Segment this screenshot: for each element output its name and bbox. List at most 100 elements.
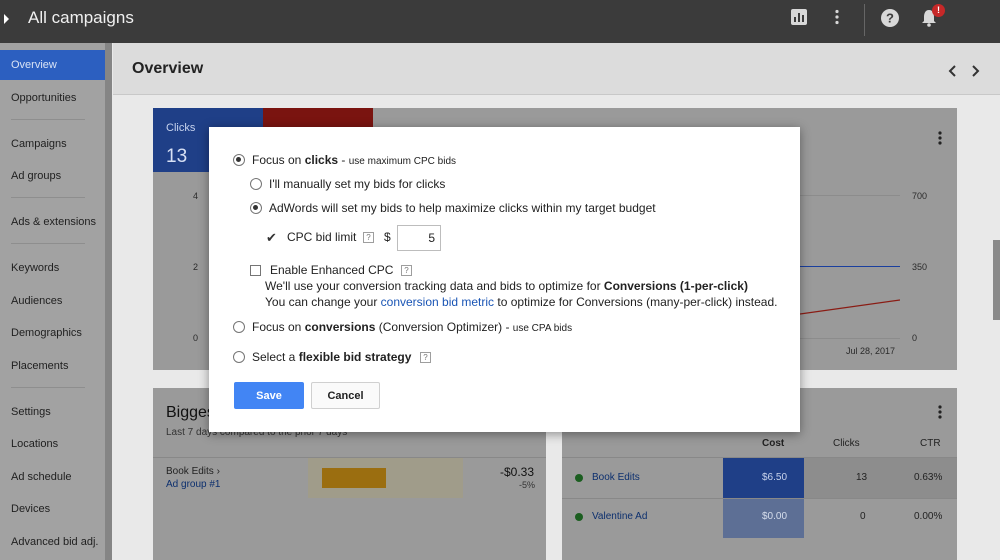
help-icon[interactable]: ? <box>401 265 412 276</box>
radio-focus-clicks[interactable] <box>233 154 245 166</box>
sidebar-item-settings[interactable]: Settings <box>0 397 105 427</box>
x-axis-date-label: Jul 28, 2017 <box>846 346 896 356</box>
more-vert-icon[interactable] <box>826 8 848 30</box>
chevron-left-icon[interactable] <box>948 64 958 80</box>
sidebar-item-placements[interactable]: Placements <box>0 351 105 381</box>
column-header-ctr[interactable]: CTR <box>920 438 941 449</box>
change-row-campaign[interactable]: Book Edits › <box>166 466 220 477</box>
table-row-campaign-name[interactable]: Valentine Ad <box>592 511 647 522</box>
enhanced-cpc-label: Enable Enhanced CPC <box>270 263 394 277</box>
top-bar: All campaigns <box>0 0 1000 43</box>
status-dot-icon <box>575 474 583 482</box>
help-icon[interactable]: ? <box>363 232 374 243</box>
option-text: Focus on <box>252 320 305 334</box>
chevron-right-icon[interactable] <box>970 64 980 80</box>
help-icon[interactable]: ? <box>420 352 431 363</box>
sidebar: Overview Opportunities Campaigns Ad grou… <box>0 43 112 560</box>
menu-caret-icon[interactable] <box>4 14 9 24</box>
sidebar-item-audiences[interactable]: Audiences <box>0 286 105 316</box>
help-icon[interactable]: ? <box>879 8 901 30</box>
sidebar-divider <box>11 243 85 244</box>
desc-text: to optimize for Conversions (many-per-cl… <box>494 295 778 309</box>
enhanced-cpc-desc-2: You can change your conversion bid metri… <box>265 295 777 309</box>
cancel-button[interactable]: Cancel <box>311 382 380 409</box>
radio-focus-conversions[interactable] <box>233 321 245 333</box>
option-text-bold: clicks <box>304 153 339 167</box>
option-text: - <box>338 153 349 167</box>
grid-line <box>800 338 900 339</box>
option-text-small: use maximum CPC bids <box>348 156 457 167</box>
sidebar-item-opportunities[interactable]: Opportunities <box>0 83 105 113</box>
notification-badge: ! <box>932 4 945 17</box>
more-vert-icon[interactable] <box>932 130 948 151</box>
sidebar-item-devices[interactable]: Devices <box>0 494 105 524</box>
sidebar-divider <box>11 387 85 388</box>
sidebar-divider <box>11 119 85 120</box>
y-axis-tick: 0 <box>193 333 199 343</box>
option-text-bold: flexible bid strategy <box>298 350 412 364</box>
change-row-adgroup[interactable]: Ad group #1 <box>166 479 221 490</box>
desc-text: We'll use your conversion tracking data … <box>265 279 604 293</box>
overview-header <box>113 43 1000 95</box>
save-button[interactable]: Save <box>234 382 304 409</box>
option-text: Focus on <box>252 153 305 167</box>
svg-text:?: ? <box>886 11 894 26</box>
table-cell-ctr: 0.63% <box>914 472 943 483</box>
option-auto-bids-label: AdWords will set my bids to help maximiz… <box>269 201 656 215</box>
conversion-bid-metric-link[interactable]: conversion bid metric <box>381 295 494 309</box>
sidebar-item-keywords[interactable]: Keywords <box>0 253 105 283</box>
check-icon: ✔ <box>266 230 277 245</box>
page-scrollbar[interactable] <box>993 240 1000 320</box>
sidebar-scrollbar[interactable] <box>105 43 112 560</box>
table-cell-cost: $0.00 <box>762 511 788 522</box>
enhanced-cpc-desc-1: We'll use your conversion tracking data … <box>265 279 748 293</box>
option-text-small: use CPA bids <box>512 323 573 334</box>
option-focus-clicks-label: Focus on clicks - use maximum CPC bids <box>252 153 456 167</box>
option-manual-bids-label: I'll manually set my bids for clicks <box>269 177 446 191</box>
radio-flexible-bid-strategy[interactable] <box>233 351 245 363</box>
sidebar-item-advanced-bid-adj[interactable]: Advanced bid adj. <box>0 527 105 557</box>
y-axis-tick: 4 <box>193 191 199 201</box>
option-focus-conversions-label: Focus on conversions (Conversion Optimiz… <box>252 320 572 334</box>
page-title: All campaigns <box>28 8 134 27</box>
table-cell-clicks: 0 <box>860 511 866 522</box>
sidebar-item-ads-extensions[interactable]: Ads & extensions <box>0 207 105 237</box>
sidebar-item-overview[interactable]: Overview <box>0 50 105 80</box>
metric-tile-label: Clicks <box>166 122 196 134</box>
radio-manual-bids[interactable] <box>250 178 262 190</box>
status-dot-icon <box>575 513 583 521</box>
metric-tile-value: 13 <box>166 146 188 167</box>
chart-series-line <box>799 298 901 323</box>
table-cell-clicks: 13 <box>856 472 868 483</box>
sidebar-item-locations[interactable]: Locations <box>0 429 105 459</box>
sidebar-item-ad-schedule[interactable]: Ad schedule <box>0 462 105 492</box>
currency-symbol: $ <box>384 230 391 244</box>
change-value: -$0.33 <box>500 465 535 479</box>
column-header-cost[interactable]: Cost <box>762 438 784 449</box>
table-cell-cost: $6.50 <box>762 472 788 483</box>
enhanced-cpc-checkbox[interactable] <box>250 265 261 276</box>
sidebar-divider <box>11 197 85 198</box>
y-axis-tick: 2 <box>193 262 199 272</box>
more-vert-icon[interactable] <box>932 404 948 425</box>
sidebar-item-ad-groups[interactable]: Ad groups <box>0 161 105 191</box>
option-text-bold: conversions <box>304 320 376 334</box>
card-title: Bigges <box>166 404 215 421</box>
toolbar-divider <box>864 4 865 36</box>
grid-line <box>800 195 900 196</box>
table-row-campaign-name[interactable]: Book Edits <box>592 472 640 483</box>
y-axis-right-tick: 700 <box>912 191 928 201</box>
bar-chart-icon[interactable] <box>788 8 810 30</box>
sidebar-item-demographics[interactable]: Demographics <box>0 318 105 348</box>
cpc-limit-label: CPC bid limit <box>287 230 357 244</box>
cpc-limit-input[interactable] <box>397 225 441 251</box>
desc-text: You can change your <box>265 295 381 309</box>
radio-auto-bids[interactable] <box>250 202 262 214</box>
desc-text-bold: Conversions (1-per-click) <box>603 279 748 293</box>
y-axis-right-tick: 350 <box>912 262 928 272</box>
option-text: Select a <box>252 350 299 364</box>
overview-title: Overview <box>132 60 204 77</box>
option-text: (Conversion Optimizer) - <box>375 320 513 334</box>
sidebar-item-campaigns[interactable]: Campaigns <box>0 129 105 159</box>
column-header-clicks[interactable]: Clicks <box>833 438 860 449</box>
